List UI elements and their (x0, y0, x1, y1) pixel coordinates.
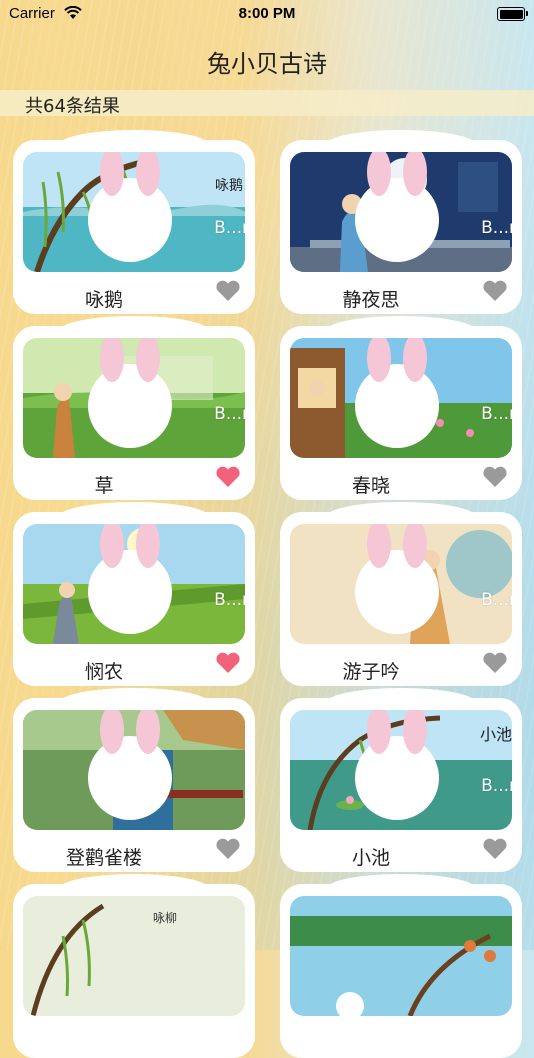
page-title: 兔小贝古诗 (207, 50, 327, 78)
svg-text:咏柳: 咏柳 (153, 911, 177, 925)
willow-scene-icon: 咏柳 (23, 896, 245, 1016)
poem-title: 草 (94, 475, 114, 497)
poem-title: 悯农 (84, 661, 123, 683)
poem-thumbnail[interactable]: B...r (290, 338, 512, 458)
poem-title: 登鹳雀楼 (65, 847, 142, 869)
poem-card[interactable]: B...r 静夜思 (280, 140, 522, 314)
poem-thumbnail[interactable]: 咏鹅 B...r (23, 152, 245, 272)
poem-card[interactable]: B...r 游子吟 (280, 512, 522, 686)
clock-label: 8:00 PM (238, 5, 296, 22)
poem-thumbnail[interactable]: B...r (23, 524, 245, 644)
rabbit-badge-icon (355, 710, 439, 820)
poem-card[interactable]: B...r 草 (13, 326, 255, 500)
rabbit-badge-icon (355, 338, 439, 448)
status-bar: Carrier 8:00 PM (0, 0, 534, 28)
poem-card[interactable]: 咏柳 (13, 884, 255, 1058)
rabbit-badge-icon (88, 710, 172, 820)
result-count: 共64条结果 (25, 96, 120, 117)
poem-thumbnail[interactable]: 小池 B...r (290, 710, 512, 830)
rabbit-badge-icon (88, 338, 172, 448)
poem-thumbnail[interactable] (23, 710, 245, 830)
rabbit-badge-icon (88, 152, 172, 262)
result-count-bar: 共64条结果 (0, 90, 534, 117)
river-tree-scene-icon (290, 896, 512, 1016)
poem-card[interactable] (280, 884, 522, 1058)
heart-icon[interactable] (215, 466, 241, 488)
poem-thumbnail[interactable]: B...r (290, 152, 512, 272)
poem-title: 小池 (351, 847, 390, 869)
rabbit-badge-icon (355, 524, 439, 634)
poem-title: 静夜思 (342, 289, 400, 311)
poem-title: 春晓 (351, 475, 390, 497)
heart-icon[interactable] (482, 838, 508, 860)
poem-thumbnail[interactable]: B...r (290, 524, 512, 644)
poem-card[interactable]: 小池 B...r 小池 (280, 698, 522, 872)
poem-thumbnail[interactable]: B...r (23, 338, 245, 458)
heart-icon[interactable] (482, 652, 508, 674)
poem-card[interactable]: B...r 春晓 (280, 326, 522, 500)
rabbit-badge-icon (88, 524, 172, 634)
poem-title: 游子吟 (342, 661, 400, 683)
poem-thumbnail[interactable]: 咏柳 (23, 896, 245, 1016)
battery-icon (497, 7, 528, 21)
poem-title: 咏鹅 (84, 289, 123, 311)
heart-icon[interactable] (215, 652, 241, 674)
heart-icon[interactable] (215, 838, 241, 860)
poem-card[interactable]: 登鹳雀楼 (13, 698, 255, 872)
rabbit-badge-icon (355, 152, 439, 262)
heart-icon[interactable] (482, 280, 508, 302)
heart-icon[interactable] (215, 280, 241, 302)
heart-icon[interactable] (482, 466, 508, 488)
poem-card[interactable]: 咏鹅 B...r 咏鹅 (13, 140, 255, 314)
poem-card[interactable]: B...r 悯农 (13, 512, 255, 686)
poem-thumbnail[interactable] (290, 896, 512, 1016)
